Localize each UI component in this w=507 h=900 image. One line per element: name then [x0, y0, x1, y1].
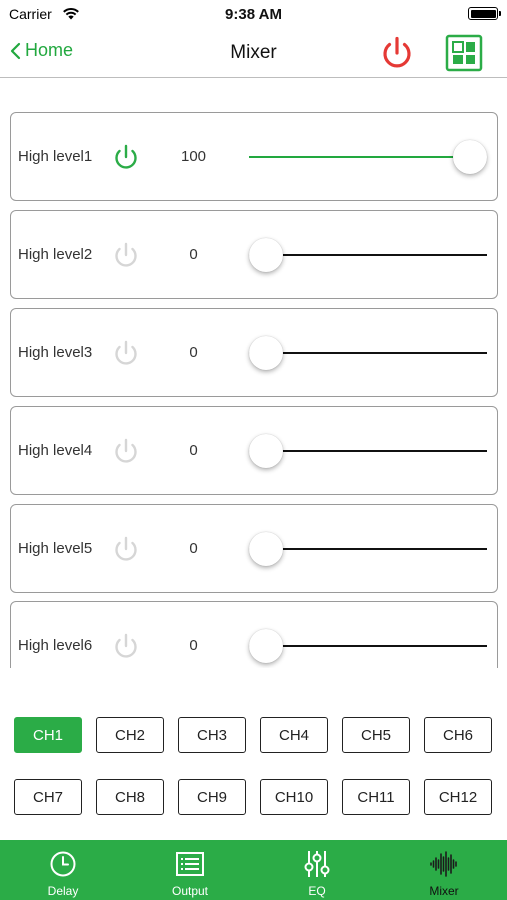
tab-label: Output — [171, 884, 209, 898]
slider-thumb[interactable] — [249, 238, 283, 272]
waveform-icon — [430, 851, 457, 877]
tab-eq[interactable]: EQ — [254, 840, 380, 900]
power-toggle-icon[interactable] — [111, 632, 141, 662]
channel-selector: CH1 CH2 CH3 CH4 CH5 CH6 CH7 CH8 CH9 CH10… — [0, 717, 507, 817]
row-value: 0 — [189, 442, 198, 459]
slider-thumb[interactable] — [453, 140, 487, 174]
row-value: 100 — [180, 148, 207, 165]
level-slider[interactable] — [249, 433, 487, 469]
tab-delay[interactable]: Delay — [0, 840, 126, 900]
page-title: Mixer — [230, 42, 277, 63]
status-time: 9:38 AM — [225, 6, 282, 23]
channel-button-ch11[interactable]: CH11 — [342, 779, 410, 815]
channel-button-ch2[interactable]: CH2 — [96, 717, 164, 753]
power-toggle-icon[interactable] — [111, 339, 141, 369]
row-label: High level4 — [18, 442, 93, 459]
row-label: High level2 — [18, 246, 93, 263]
level-slider[interactable] — [249, 237, 487, 273]
mixer-list: High level1 100 High level2 0 High level… — [0, 79, 507, 668]
back-label: Home — [25, 40, 74, 60]
slider-thumb[interactable] — [249, 434, 283, 468]
status-bar: Carrier 9:38 AM — [0, 0, 507, 30]
channel-button-ch1[interactable]: CH1 — [14, 717, 82, 753]
channel-button-ch8[interactable]: CH8 — [96, 779, 164, 815]
mixer-row: High level3 0 — [10, 308, 498, 397]
tab-output[interactable]: Output — [127, 840, 253, 900]
channel-button-ch6[interactable]: CH6 — [424, 717, 492, 753]
channel-button-ch3[interactable]: CH3 — [178, 717, 246, 753]
channel-button-ch4[interactable]: CH4 — [260, 717, 328, 753]
channel-button-ch12[interactable]: CH12 — [424, 779, 492, 815]
back-home-button[interactable]: Home — [10, 40, 73, 61]
equalizer-icon — [304, 851, 330, 877]
mixer-row: High level4 0 — [10, 406, 498, 495]
power-icon[interactable] — [378, 34, 416, 72]
row-label: High level6 — [18, 637, 93, 654]
row-label: High level5 — [18, 540, 93, 557]
slider-thumb[interactable] — [249, 629, 283, 663]
power-toggle-icon[interactable] — [111, 241, 141, 271]
mixer-row: High level6 0 — [10, 601, 498, 668]
row-label: High level3 — [18, 344, 93, 361]
row-value: 0 — [189, 246, 198, 263]
power-toggle-icon[interactable] — [111, 143, 141, 173]
channel-button-ch5[interactable]: CH5 — [342, 717, 410, 753]
list-icon — [176, 852, 204, 876]
slider-thumb[interactable] — [249, 532, 283, 566]
tab-bar: Delay Output EQ Mixer — [0, 840, 507, 900]
tab-label: Mixer — [429, 884, 459, 898]
channel-button-ch7[interactable]: CH7 — [14, 779, 82, 815]
clock-icon — [50, 851, 76, 877]
row-value: 0 — [189, 540, 198, 557]
level-slider[interactable] — [249, 628, 487, 664]
row-value: 0 — [189, 344, 198, 361]
slider-thumb[interactable] — [249, 336, 283, 370]
channel-button-ch9[interactable]: CH9 — [178, 779, 246, 815]
tab-label: Delay — [47, 884, 79, 898]
tab-label: EQ — [308, 884, 326, 898]
chevron-left-icon — [10, 42, 21, 59]
battery-icon — [468, 7, 501, 20]
tab-mixer[interactable]: Mixer — [381, 840, 507, 900]
row-value: 0 — [189, 637, 198, 654]
level-slider[interactable] — [249, 531, 487, 567]
power-toggle-icon[interactable] — [111, 535, 141, 565]
row-label: High level1 — [18, 148, 93, 165]
mixer-row: High level2 0 — [10, 210, 498, 299]
nav-bar: Home Mixer — [0, 30, 507, 78]
channel-button-ch10[interactable]: CH10 — [260, 779, 328, 815]
layout-grid-icon[interactable] — [445, 34, 483, 72]
level-slider[interactable] — [249, 335, 487, 371]
power-toggle-icon[interactable] — [111, 437, 141, 467]
mixer-row: High level1 100 — [10, 112, 498, 201]
level-slider[interactable] — [249, 139, 487, 175]
mixer-row: High level5 0 — [10, 504, 498, 593]
